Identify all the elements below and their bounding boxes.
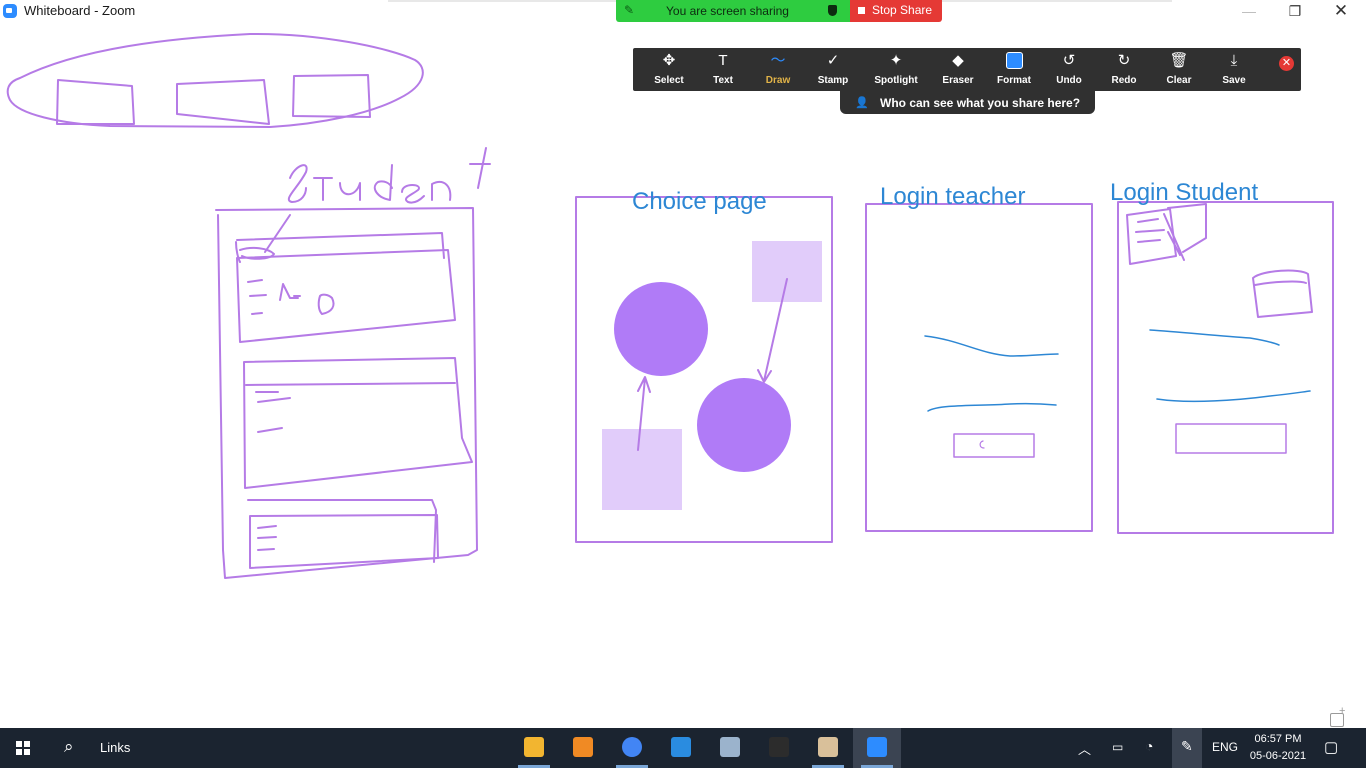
chevron-up-icon[interactable]: ︿ [1078, 739, 1096, 779]
screen-share-banner: ✎ You are screen sharing Stop Share [616, 0, 942, 22]
taskbar-app-sublime-text[interactable] [559, 728, 607, 768]
annotate-pen-icon[interactable]: ✎ [624, 3, 634, 17]
choice-page-label: Choice page [632, 188, 767, 215]
taskbar-app-vs-code[interactable] [657, 728, 705, 768]
taskbar-app-terminal[interactable] [755, 728, 803, 768]
language-indicator[interactable]: ENG [1212, 740, 1238, 780]
clock-time: 06:57 PM [1254, 733, 1302, 745]
notification-icon[interactable]: ▢ [1324, 738, 1338, 778]
file-explorer-icon [524, 737, 544, 757]
sublime-text-icon [573, 737, 593, 757]
taskbar-app-zoom[interactable] [853, 728, 901, 768]
clock-date: 05-06-2021 [1249, 750, 1307, 762]
battery-icon[interactable]: ▭ [1112, 740, 1123, 780]
paint-icon [818, 737, 838, 757]
taskbar-app-paint[interactable] [804, 728, 852, 768]
taskbar-app-chrome[interactable] [608, 728, 656, 768]
minimize-button[interactable]: — [1226, 0, 1272, 22]
window-title: Whiteboard - Zoom [24, 3, 136, 18]
sketch-header-cloud [6, 32, 424, 128]
login-teacher-label: Login teacher [880, 183, 1026, 210]
sharing-status-text: You are screen sharing [666, 4, 789, 18]
new-share-icon[interactable] [1330, 705, 1345, 727]
stop-share-button[interactable]: Stop Share [850, 0, 942, 22]
taskbar-app-file-explorer[interactable] [510, 728, 558, 768]
shield-icon [828, 5, 837, 16]
pen-workspace-icon[interactable]: ✎ [1172, 728, 1202, 768]
wifi-icon[interactable]: ◔ [1145, 738, 1153, 778]
zoom-app-icon [3, 4, 17, 18]
search-icon: ⌕ [64, 737, 74, 756]
restore-button[interactable]: ❐ [1272, 0, 1318, 22]
close-window-button[interactable]: ✕ [1318, 0, 1364, 22]
windows-logo-icon [16, 741, 22, 747]
stop-icon [858, 7, 865, 14]
terminal-icon [769, 737, 789, 757]
whiteboard-canvas[interactable]: Student Choice page Login teacher Login … [0, 22, 1366, 728]
clock[interactable]: 06:57 PM 05-06-2021 [1238, 731, 1318, 765]
sketch-choice-page [575, 196, 833, 543]
sketch-login-student [1117, 201, 1334, 534]
sketch-login-teacher [865, 203, 1093, 532]
stop-share-label: Stop Share [872, 3, 933, 17]
start-button[interactable] [0, 728, 48, 768]
search-button[interactable]: ⌕ [48, 728, 94, 768]
vs-code-icon [671, 737, 691, 757]
sharing-status[interactable]: ✎ You are screen sharing [616, 0, 850, 22]
control-panel-icon [720, 737, 740, 757]
zoom-icon [867, 737, 887, 757]
login-student-label: Login Student [1110, 179, 1259, 206]
sketch-student-page [215, 147, 491, 579]
taskbar: ⌕ Links ︿ ▭ ◔ ✎ ENG 06:57 PM 05-06-2021 … [0, 728, 1366, 768]
links-toolbar[interactable]: Links [100, 740, 130, 755]
chrome-icon [622, 737, 642, 757]
whiteboard-drawing: Student [6, 32, 1334, 579]
taskbar-app-control-panel[interactable] [706, 728, 754, 768]
